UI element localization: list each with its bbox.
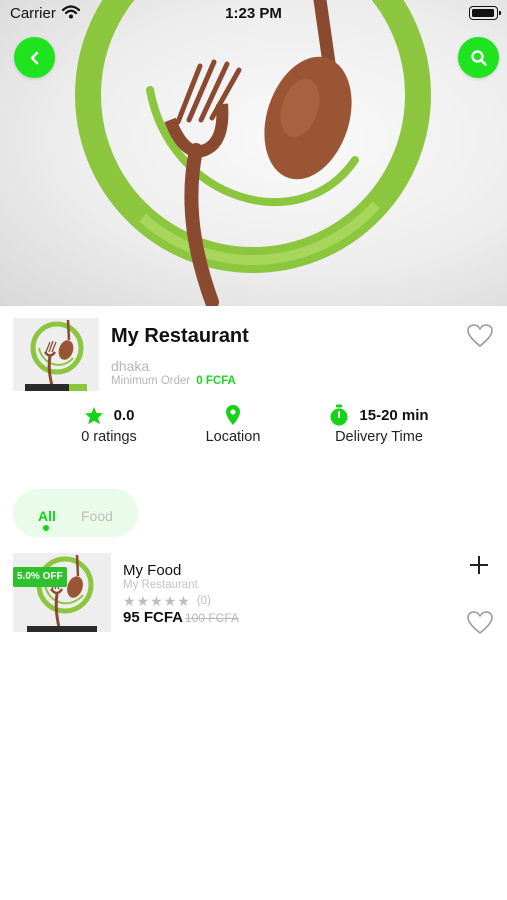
location-stat[interactable]: Location bbox=[196, 404, 270, 445]
restaurant-logo bbox=[13, 318, 99, 391]
category-tabs: All Food bbox=[13, 489, 138, 537]
stopwatch-icon bbox=[330, 404, 348, 426]
minimum-order-label: Minimum Order bbox=[111, 375, 191, 387]
back-button[interactable] bbox=[14, 37, 55, 78]
food-old-price: 100 FCFA bbox=[185, 611, 240, 625]
delivery-time-stat: 15-20 min Delivery Time bbox=[326, 404, 432, 445]
food-name[interactable]: My Food bbox=[123, 562, 181, 579]
search-button[interactable] bbox=[458, 37, 499, 78]
restaurant-city: dhaka bbox=[111, 358, 150, 374]
star-icon: ★ bbox=[163, 593, 177, 609]
active-tab-indicator bbox=[43, 525, 49, 531]
minimum-order: Minimum Order 0 FCFA bbox=[111, 375, 236, 387]
food-image[interactable] bbox=[13, 553, 111, 632]
add-to-cart-button[interactable] bbox=[468, 554, 490, 576]
discount-badge: 5.0% OFF bbox=[13, 567, 67, 587]
star-icon bbox=[84, 406, 103, 424]
hero-banner bbox=[0, 0, 507, 306]
rating-stat: 0.0 0 ratings bbox=[76, 404, 142, 445]
star-icon: ★ bbox=[177, 593, 190, 609]
back-arrow-icon bbox=[30, 51, 38, 64]
tab-food[interactable]: Food bbox=[81, 508, 113, 524]
delivery-time-value: 15-20 min bbox=[359, 406, 429, 424]
search-icon bbox=[470, 49, 487, 66]
status-bar: Carrier 1:23 PM bbox=[0, 0, 507, 28]
star-icon: ★ bbox=[123, 593, 136, 609]
battery-icon bbox=[469, 6, 501, 20]
star-icon: ★ bbox=[150, 593, 163, 609]
location-pin-icon bbox=[226, 405, 240, 425]
food-rating: ★ ★ ★ ★ ★ (0) bbox=[123, 594, 211, 608]
food-restaurant-name: My Restaurant bbox=[123, 579, 198, 591]
location-label: Location bbox=[205, 429, 261, 445]
heart-icon[interactable] bbox=[466, 323, 494, 349]
delivery-time-label: Delivery Time bbox=[335, 429, 423, 445]
minimum-order-value: 0 FCFA bbox=[196, 375, 236, 387]
tab-all[interactable]: All bbox=[38, 508, 56, 524]
food-price: 95 FCFA bbox=[123, 609, 184, 626]
star-icon: ★ bbox=[136, 593, 150, 609]
restaurant-cover-image bbox=[75, 0, 431, 306]
rating-count-label: 0 ratings bbox=[81, 429, 137, 445]
heart-icon[interactable] bbox=[466, 610, 494, 636]
rating-value: 0.0 bbox=[113, 406, 135, 424]
status-time: 1:23 PM bbox=[225, 5, 282, 22]
food-rating-count: (0) bbox=[196, 595, 211, 607]
restaurant-name: My Restaurant bbox=[111, 325, 249, 347]
